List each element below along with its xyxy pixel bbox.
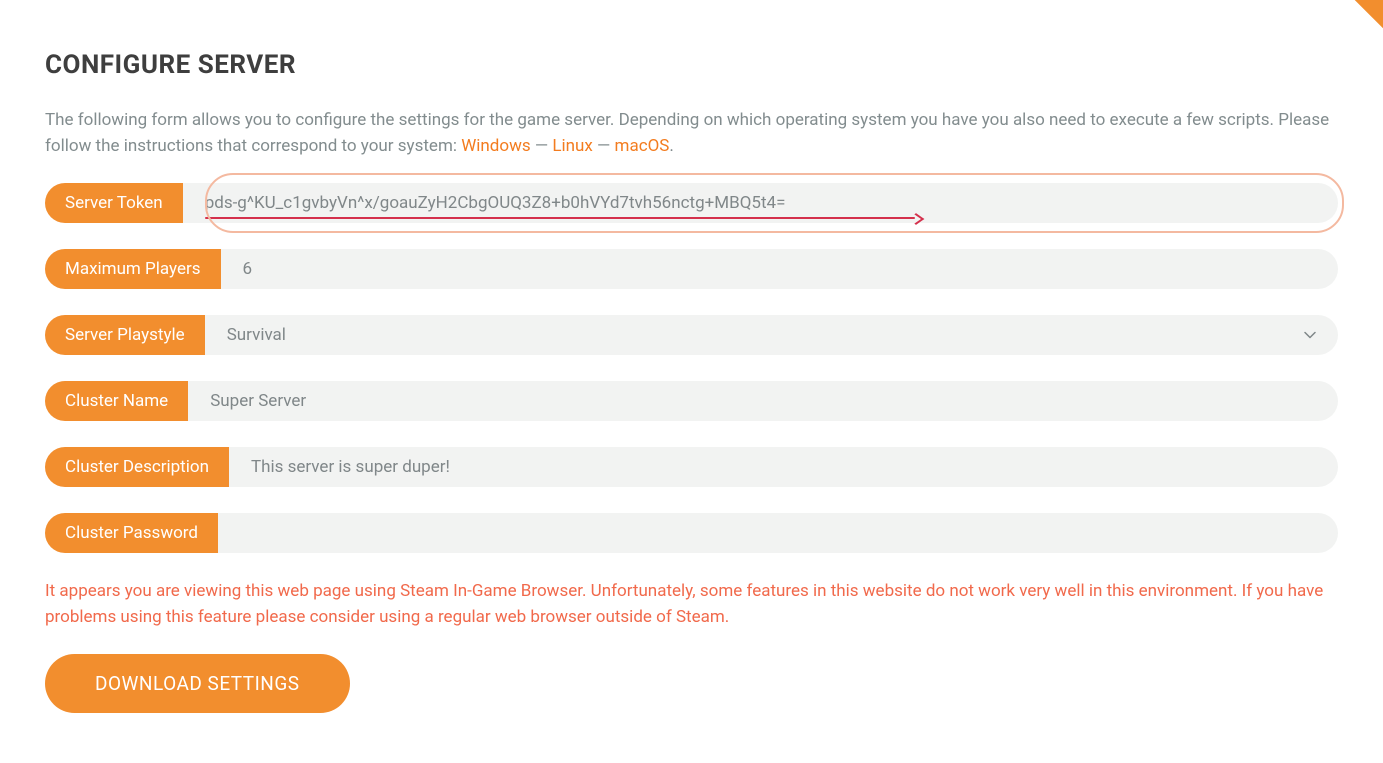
cluster-password-input[interactable] <box>240 523 1316 543</box>
download-settings-button[interactable]: DOWNLOAD SETTINGS <box>45 654 350 713</box>
page-title: CONFIGURE SERVER <box>45 50 1338 80</box>
playstyle-row: Server Playstyle Survival <box>45 315 1338 355</box>
configure-server-form: CONFIGURE SERVER The following form allo… <box>45 50 1338 713</box>
windows-link[interactable]: Windows <box>461 136 530 156</box>
cluster-password-row: Cluster Password <box>45 513 1338 553</box>
server-token-input-wrap <box>183 183 1338 223</box>
cluster-name-input[interactable] <box>210 391 1316 411</box>
server-token-label: Server Token <box>45 183 183 223</box>
playstyle-select-wrap[interactable]: Survival <box>205 315 1338 355</box>
cluster-name-row: Cluster Name <box>45 381 1338 421</box>
max-players-row: Maximum Players <box>45 249 1338 289</box>
description-intro: The following form allows you to configu… <box>45 110 1329 156</box>
cluster-description-input[interactable] <box>251 457 1316 477</box>
separator: — <box>593 136 615 156</box>
linux-link[interactable]: Linux <box>552 136 592 156</box>
playstyle-label: Server Playstyle <box>45 315 205 355</box>
cluster-password-label: Cluster Password <box>45 513 218 553</box>
server-token-row: Server Token <box>45 183 1338 223</box>
underline-annotation <box>205 217 915 219</box>
max-players-label: Maximum Players <box>45 249 221 289</box>
cluster-password-input-wrap <box>218 513 1338 553</box>
max-players-input-wrap <box>221 249 1338 289</box>
cluster-description-row: Cluster Description <box>45 447 1338 487</box>
steam-browser-warning: It appears you are viewing this web page… <box>45 579 1338 630</box>
chevron-down-icon <box>1304 328 1316 342</box>
cluster-name-input-wrap <box>188 381 1338 421</box>
cluster-name-label: Cluster Name <box>45 381 188 421</box>
corner-decoration <box>1355 0 1383 28</box>
separator: — <box>531 136 553 156</box>
period: . <box>669 136 673 156</box>
playstyle-value: Survival <box>227 325 1296 345</box>
description-text: The following form allows you to configu… <box>45 108 1338 159</box>
cluster-description-label: Cluster Description <box>45 447 229 487</box>
server-token-input[interactable] <box>205 193 1316 213</box>
macos-link[interactable]: macOS <box>615 136 670 156</box>
max-players-input[interactable] <box>243 259 1316 279</box>
cluster-description-input-wrap <box>229 447 1338 487</box>
